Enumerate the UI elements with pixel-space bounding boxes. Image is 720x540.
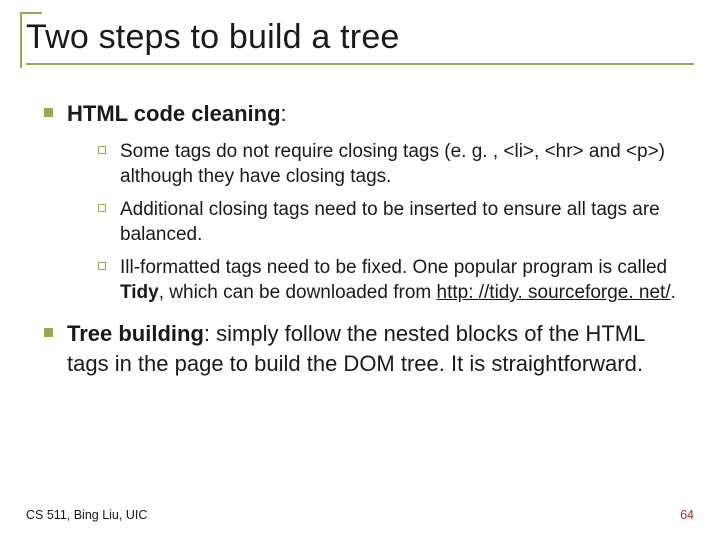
open-square-bullet-icon (98, 262, 106, 270)
slide: Two steps to build a tree HTML code clea… (0, 0, 720, 540)
open-square-bullet-icon (98, 204, 106, 212)
text-bold: Tidy (120, 282, 159, 303)
sub-bullet-item: Ill-formatted tags need to be fixed. One… (98, 255, 686, 305)
sub-bullet-item: Some tags do not require closing tags (e… (98, 139, 686, 189)
bullet-bold: HTML code cleaning (67, 101, 281, 126)
text-pre: Ill-formatted tags need to be fixed. One… (120, 257, 667, 278)
text-post: . (671, 282, 676, 303)
footer-text: CS 511, Bing Liu, UIC (26, 508, 147, 522)
title-block: Two steps to build a tree (26, 18, 694, 65)
sub-bullet-text: Some tags do not require closing tags (e… (120, 139, 686, 189)
bullet-text: Tree building: simply follow the nested … (67, 319, 686, 378)
text-mid: , which can be downloaded from (159, 282, 437, 303)
sub-bullet-item: Additional closing tags need to be inser… (98, 197, 686, 247)
slide-title: Two steps to build a tree (26, 18, 694, 65)
bullet-text: HTML code cleaning: (67, 99, 287, 129)
open-square-bullet-icon (98, 146, 106, 154)
bullet-item: HTML code cleaning: (44, 99, 686, 129)
bullet-item: Tree building: simply follow the nested … (44, 319, 686, 378)
sub-list: Some tags do not require closing tags (e… (98, 139, 686, 305)
title-rule-left (20, 12, 22, 68)
square-bullet-icon (44, 108, 53, 117)
bullet-bold: Tree building (67, 321, 204, 346)
title-rule-top (20, 12, 42, 14)
sub-bullet-text: Ill-formatted tags need to be fixed. One… (120, 255, 686, 305)
square-bullet-icon (44, 328, 53, 337)
sub-bullet-text: Additional closing tags need to be inser… (120, 197, 686, 247)
page-number: 64 (680, 508, 694, 522)
slide-content: HTML code cleaning: Some tags do not req… (26, 99, 694, 379)
link-text: http: //tidy. sourceforge. net/ (437, 282, 671, 303)
bullet-suffix: : (281, 101, 287, 126)
